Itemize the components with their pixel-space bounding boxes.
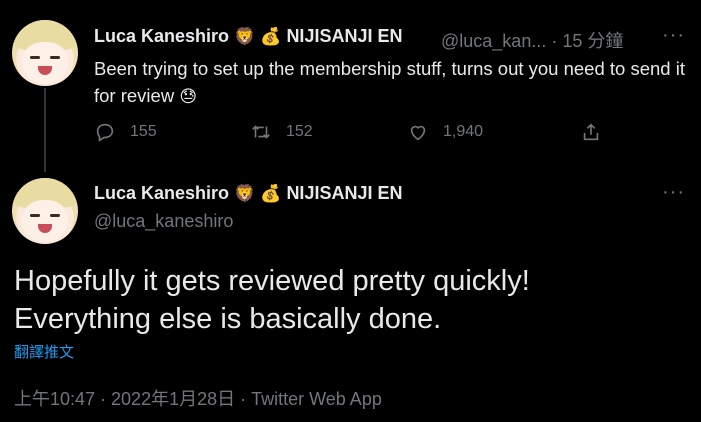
sweat-emoji: 😓 bbox=[179, 87, 198, 107]
retweet-button[interactable]: 152 bbox=[250, 121, 313, 143]
handle[interactable]: @luca_kan... bbox=[441, 31, 546, 51]
thread-line bbox=[44, 88, 46, 172]
org-name[interactable]: NIJISANJI EN bbox=[286, 26, 402, 46]
separator: · bbox=[551, 31, 558, 51]
timestamp-link[interactable]: 15 分鐘 bbox=[562, 31, 623, 51]
tweet-text: Been trying to set up the membership stu… bbox=[94, 55, 694, 111]
org-name[interactable]: NIJISANJI EN bbox=[286, 183, 402, 203]
action-bar: 155 152 1,940 bbox=[94, 121, 614, 147]
avatar[interactable] bbox=[12, 20, 78, 86]
money-bag-emoji: 💰 bbox=[260, 184, 282, 204]
share-icon bbox=[583, 123, 599, 141]
lion-emoji: 🦁 bbox=[234, 27, 256, 47]
handle[interactable]: @luca_kaneshiro bbox=[94, 211, 233, 232]
like-icon bbox=[410, 125, 426, 141]
lion-emoji: 🦁 bbox=[234, 184, 256, 204]
display-name-text[interactable]: Luca Kaneshiro bbox=[94, 183, 229, 203]
reply-count: 155 bbox=[130, 123, 157, 140]
display-name-text[interactable]: Luca Kaneshiro bbox=[94, 26, 229, 46]
money-bag-emoji: 💰 bbox=[260, 27, 282, 47]
tweet-text: Hopefully it gets reviewed pretty quickl… bbox=[14, 262, 694, 338]
tweet-text-line: Everything else is basically done. bbox=[14, 303, 442, 335]
handle-and-time: @luca_kan... · 15 分鐘 bbox=[441, 27, 623, 53]
reply-button[interactable]: 155 bbox=[94, 121, 157, 143]
more-icon[interactable]: ··· bbox=[662, 181, 685, 204]
retweet-count: 152 bbox=[286, 123, 313, 140]
like-count: 1,940 bbox=[443, 123, 484, 140]
share-button[interactable] bbox=[580, 121, 602, 143]
more-icon[interactable]: ··· bbox=[662, 24, 685, 47]
translate-link[interactable]: 翻譯推文 bbox=[14, 341, 74, 362]
tweet-text-line: Hopefully it gets reviewed pretty quickl… bbox=[14, 265, 530, 297]
tweet-timestamp[interactable]: 上午10:47 · 2022年1月28日 · Twitter Web App bbox=[14, 385, 382, 411]
like-button[interactable]: 1,940 bbox=[407, 121, 483, 143]
retweet-icon bbox=[252, 125, 270, 139]
display-name[interactable]: Luca Kaneshiro 🦁 💰 NIJISANJI EN bbox=[94, 183, 402, 204]
display-name[interactable]: Luca Kaneshiro 🦁 💰 NIJISANJI EN bbox=[94, 26, 402, 47]
reply-icon bbox=[96, 123, 114, 142]
avatar[interactable] bbox=[12, 178, 78, 244]
